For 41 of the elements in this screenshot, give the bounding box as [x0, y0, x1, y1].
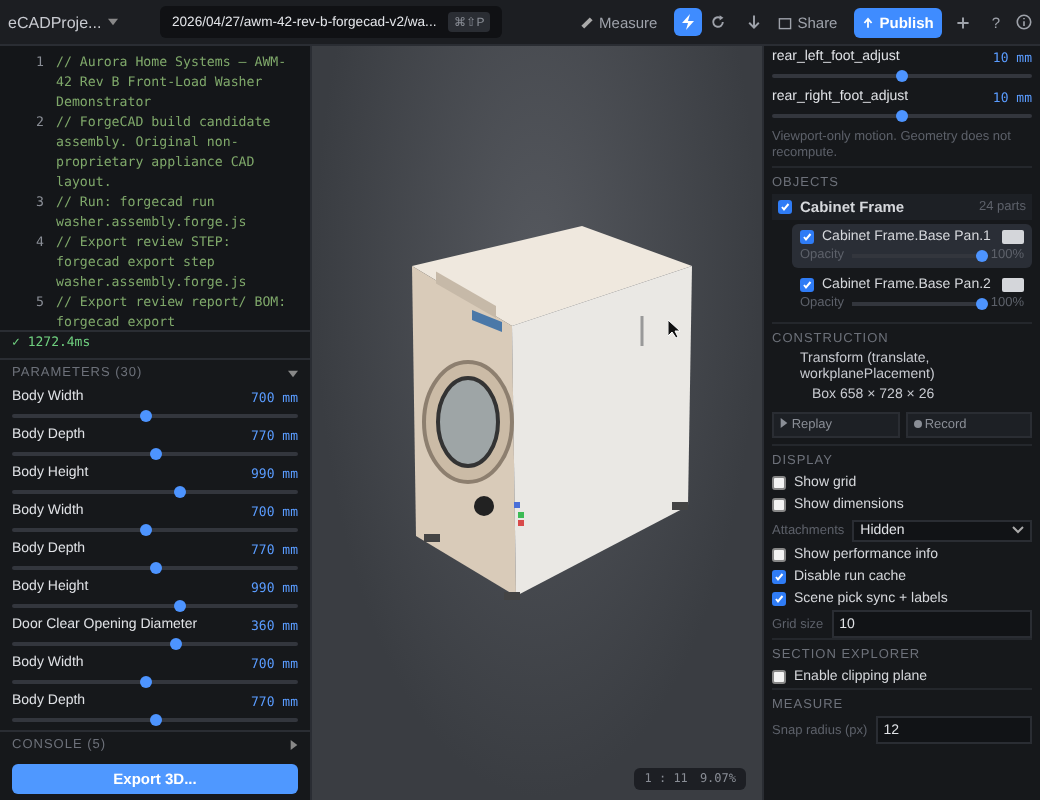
color-swatch[interactable]: [1002, 230, 1024, 244]
slider-thumb[interactable]: [976, 249, 989, 261]
checkbox[interactable]: [772, 592, 786, 606]
checkbox[interactable]: [800, 230, 814, 244]
slider-thumb[interactable]: [140, 676, 153, 689]
slider-thumb[interactable]: [149, 448, 161, 461]
lightning-icon: [681, 14, 694, 30]
cursor-icon: [668, 320, 680, 338]
record-icon: [913, 420, 921, 428]
caret-icon[interactable]: [290, 740, 298, 750]
slider-thumb[interactable]: [174, 600, 187, 613]
slider-thumb[interactable]: [140, 524, 153, 537]
project-selector[interactable]: eCADProje...: [8, 13, 152, 31]
share-icon: [777, 15, 792, 29]
color-swatch[interactable]: [1002, 278, 1024, 292]
slider-thumb[interactable]: [169, 638, 181, 651]
checkbox[interactable]: [772, 570, 786, 584]
slider-thumb[interactable]: [896, 70, 908, 82]
slider-thumb[interactable]: [149, 714, 161, 727]
play-icon: [780, 418, 788, 428]
info-icon[interactable]: [1016, 14, 1032, 30]
run-button[interactable]: [673, 8, 702, 36]
slider-thumb[interactable]: [149, 562, 161, 575]
checkbox[interactable]: [772, 670, 786, 684]
checkbox[interactable]: [772, 498, 786, 512]
checkbox[interactable]: [800, 278, 814, 292]
checkbox[interactable]: [772, 548, 786, 562]
caret-icon: [107, 18, 118, 26]
download-icon[interactable]: [745, 14, 762, 30]
checkbox[interactable]: [778, 200, 792, 214]
checkbox[interactable]: [772, 476, 786, 490]
plus-icon[interactable]: [955, 15, 970, 29]
slider-thumb[interactable]: [174, 486, 187, 499]
upload-arrow-icon: [861, 15, 874, 29]
slider-thumb[interactable]: [896, 110, 908, 122]
chevron-icon: [1012, 526, 1024, 534]
slider-thumb[interactable]: [976, 297, 989, 309]
ruler-icon: [579, 15, 594, 29]
refresh-icon[interactable]: [709, 14, 726, 30]
caret-icon[interactable]: [288, 369, 298, 378]
slider-thumb[interactable]: [140, 410, 153, 423]
